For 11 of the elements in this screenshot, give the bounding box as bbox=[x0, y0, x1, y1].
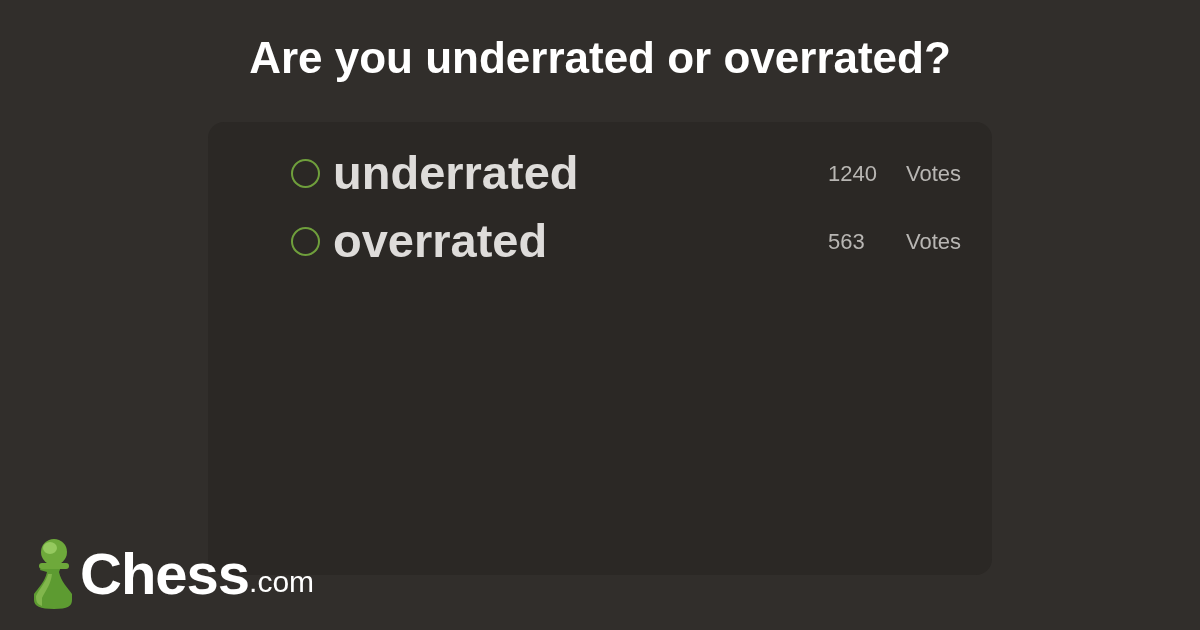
radio-button[interactable] bbox=[291, 226, 320, 256]
poll-title: Are you underrated or overrated? bbox=[249, 32, 951, 84]
votes-label: Votes bbox=[905, 227, 961, 256]
radio-button[interactable] bbox=[291, 158, 320, 188]
option-label[interactable]: overrated bbox=[333, 213, 548, 269]
logo-wordmark: Chess bbox=[80, 544, 250, 604]
option-label[interactable]: underrated bbox=[333, 145, 579, 201]
vote-count: 1240 bbox=[827, 159, 878, 188]
votes-label: Votes bbox=[905, 159, 961, 188]
vote-count: 563 bbox=[827, 227, 866, 256]
logo-suffix: .com bbox=[249, 565, 315, 599]
